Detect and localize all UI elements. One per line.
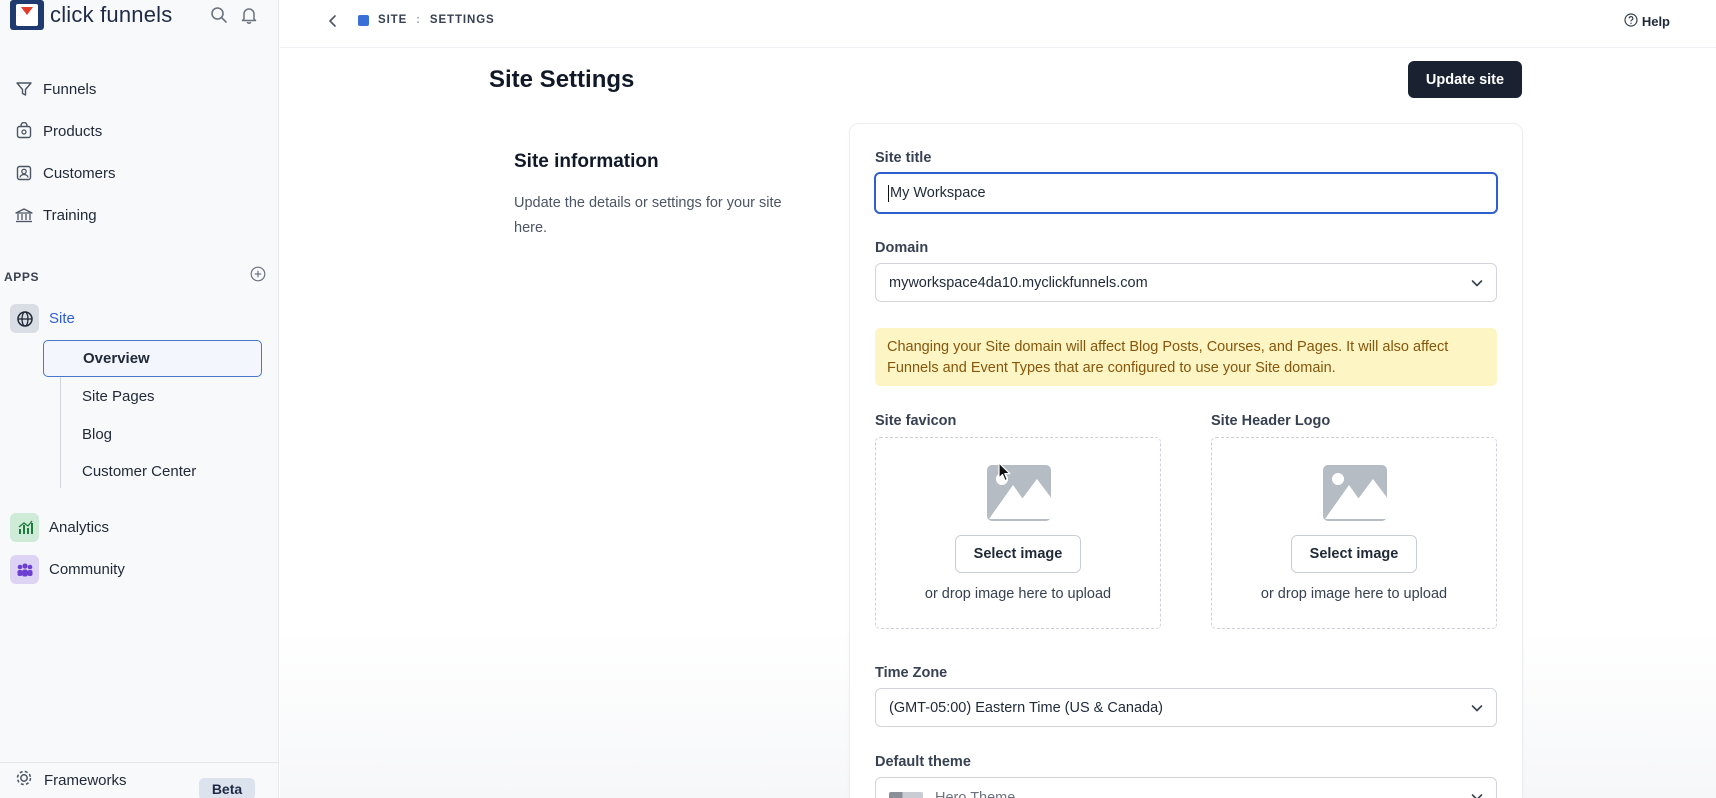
header-logo-dropzone[interactable]: Select image or drop image here to uploa… xyxy=(1211,437,1497,629)
subnav-item-label: Customer Center xyxy=(82,463,197,480)
sidebar: click funnels Funnels Products Customers xyxy=(0,0,279,798)
subnav-item-overview[interactable]: Overview xyxy=(43,340,262,377)
app-site[interactable]: Site xyxy=(10,304,75,333)
products-icon xyxy=(14,121,34,141)
default-theme-value: Hero Theme xyxy=(935,790,1016,798)
app-site-label: Site xyxy=(49,310,75,327)
site-title-label: Site title xyxy=(875,150,932,166)
question-circle-icon xyxy=(1624,13,1638,30)
nav-item-products[interactable]: Products xyxy=(0,110,279,152)
chevron-down-icon xyxy=(1470,276,1484,294)
section-title: Site information xyxy=(514,151,659,172)
add-app-icon[interactable] xyxy=(250,266,266,287)
apps-header: APPS xyxy=(4,266,266,287)
funnel-icon xyxy=(14,79,34,99)
subnav-item-label: Blog xyxy=(82,426,113,443)
breadcrumb-separator: : xyxy=(416,14,421,26)
main-nav: Funnels Products Customers Training xyxy=(0,68,279,236)
site-title-input[interactable]: My Workspace xyxy=(874,172,1498,214)
site-favicon-label: Site favicon xyxy=(875,413,957,429)
subnav-item-blog[interactable]: Blog xyxy=(82,426,112,443)
domain-select[interactable]: myworkspace4da10.myclickfunnels.com xyxy=(875,263,1497,302)
sidebar-top-icons xyxy=(210,6,258,24)
brand-name: click funnels xyxy=(50,2,173,27)
community-people-icon xyxy=(10,555,39,584)
chevron-down-icon xyxy=(1470,790,1484,798)
apps-label: APPS xyxy=(4,269,40,284)
nav-item-training[interactable]: Training xyxy=(0,194,279,236)
globe-icon xyxy=(10,304,39,333)
bell-icon[interactable] xyxy=(240,6,258,24)
favicon-drop-hint: or drop image here to upload xyxy=(924,586,1112,602)
subnav-item-label: Overview xyxy=(83,350,150,367)
time-zone-label: Time Zone xyxy=(875,665,948,681)
image-placeholder-icon xyxy=(987,465,1051,521)
beta-badge: Beta xyxy=(199,778,255,798)
default-theme-select[interactable]: Hero Theme xyxy=(875,777,1497,798)
brand[interactable]: click funnels xyxy=(10,0,172,30)
app-community-label: Community xyxy=(49,561,125,578)
favicon-dropzone[interactable]: Select image or drop image here to uploa… xyxy=(875,437,1161,629)
frameworks-gear-icon xyxy=(14,769,34,792)
nav-item-funnels[interactable]: Funnels xyxy=(0,68,279,110)
chevron-down-icon xyxy=(1470,701,1484,719)
site-square-icon xyxy=(358,14,369,26)
help-button[interactable]: Help xyxy=(1624,13,1670,30)
breadcrumb: SITE : SETTINGS xyxy=(358,14,495,26)
app-analytics-label: Analytics xyxy=(49,519,110,536)
breadcrumb-settings: SETTINGS xyxy=(429,14,495,26)
nav-item-label: Training xyxy=(43,206,97,224)
nav-item-label: Products xyxy=(43,122,103,140)
clickfunnels-logo-icon xyxy=(10,0,44,30)
site-header-logo-label: Site Header Logo xyxy=(1211,413,1331,429)
page-title: Site Settings xyxy=(489,66,635,93)
text-caret xyxy=(888,184,889,202)
time-zone-value: (GMT-05:00) Eastern Time (US & Canada) xyxy=(889,699,1163,716)
chevron-left-icon[interactable] xyxy=(326,14,340,33)
frameworks-label: Frameworks xyxy=(44,772,127,789)
subnav-item-customer-center[interactable]: Customer Center xyxy=(82,463,196,480)
section-description: Update the details or settings for your … xyxy=(514,195,782,236)
domain-label: Domain xyxy=(875,240,929,256)
favicon-select-image-button[interactable]: Select image xyxy=(955,535,1081,573)
domain-warning: Changing your Site domain will affect Bl… xyxy=(875,328,1497,386)
nav-item-customers[interactable]: Customers xyxy=(0,152,279,194)
customers-icon xyxy=(14,163,34,183)
mouse-cursor-icon xyxy=(998,462,1012,487)
training-icon xyxy=(14,205,34,225)
breadcrumb-site[interactable]: SITE xyxy=(378,14,407,26)
nav-item-label: Funnels xyxy=(43,80,97,98)
default-theme-label: Default theme xyxy=(875,754,971,770)
header-logo-select-image-button[interactable]: Select image xyxy=(1291,535,1417,573)
update-site-button[interactable]: Update site xyxy=(1408,61,1522,98)
search-icon[interactable] xyxy=(210,6,228,24)
time-zone-select[interactable]: (GMT-05:00) Eastern Time (US & Canada) xyxy=(875,688,1497,727)
image-placeholder-icon xyxy=(1323,465,1387,521)
help-label: Help xyxy=(1641,14,1670,29)
domain-value: myworkspace4da10.myclickfunnels.com xyxy=(889,274,1148,291)
subnav-item-site-pages[interactable]: Site Pages xyxy=(82,388,155,405)
analytics-chart-icon xyxy=(10,513,39,542)
nav-item-label: Customers xyxy=(43,164,116,182)
app-analytics[interactable]: Analytics xyxy=(10,513,109,542)
theme-thumbnail xyxy=(889,792,923,798)
site-title-value: My Workspace xyxy=(890,185,986,201)
header-logo-drop-hint: or drop image here to upload xyxy=(1260,586,1448,602)
topbar: SITE : SETTINGS Help xyxy=(280,0,1716,48)
subnav-item-label: Site Pages xyxy=(82,388,155,405)
app-community[interactable]: Community xyxy=(10,555,125,584)
